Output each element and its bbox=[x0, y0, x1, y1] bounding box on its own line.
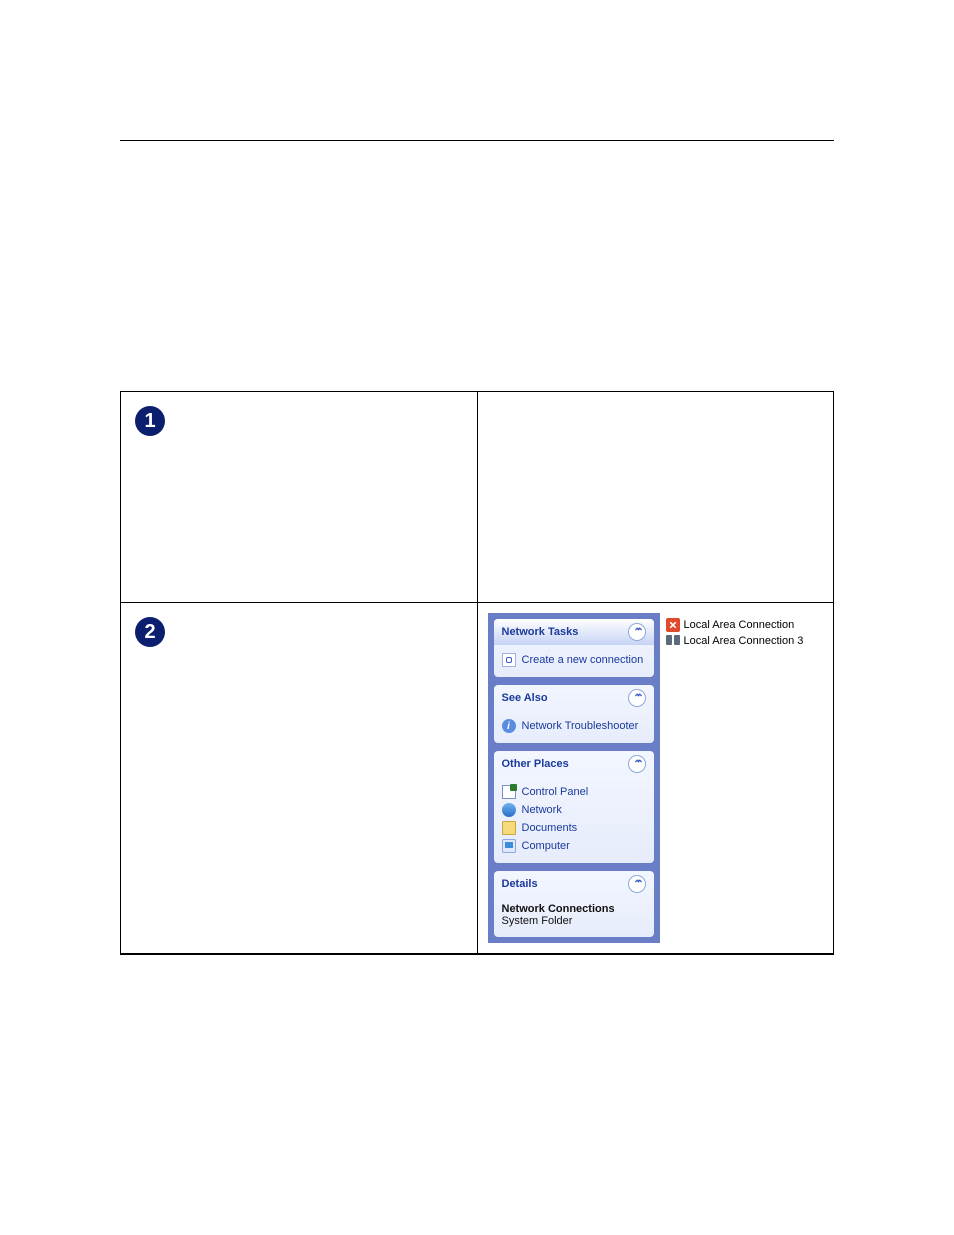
collapse-icon[interactable] bbox=[628, 875, 646, 893]
panel-body-see-also: Network Troubleshooter bbox=[494, 711, 654, 743]
link-label: Control Panel bbox=[522, 786, 589, 798]
connection-item[interactable]: Local Area Connection 3 bbox=[666, 633, 804, 649]
link-network[interactable]: Network bbox=[502, 801, 646, 819]
collapse-icon[interactable] bbox=[628, 755, 646, 773]
lan-disconnected-icon bbox=[666, 618, 680, 632]
step-badge-1-label: 1 bbox=[144, 410, 155, 433]
panel-body-network-tasks: Create a new connection bbox=[494, 645, 654, 677]
step-1-image-cell bbox=[477, 392, 834, 603]
step-badge-1: 1 bbox=[135, 406, 165, 436]
network-icon bbox=[502, 803, 516, 817]
connection-item[interactable]: Local Area Connection bbox=[666, 617, 804, 633]
connection-label: Local Area Connection 3 bbox=[684, 635, 804, 647]
panel-title: Details bbox=[502, 878, 538, 890]
link-label: Create a new connection bbox=[522, 654, 644, 666]
xp-side-panel: Network Tasks Create a new connection bbox=[488, 613, 660, 943]
panel-details: Details Network Connections System Folde… bbox=[494, 871, 654, 937]
step-badge-2: 2 bbox=[135, 617, 165, 647]
lan-icon bbox=[666, 634, 680, 648]
panel-header-network-tasks[interactable]: Network Tasks bbox=[494, 619, 654, 645]
steps-table: 1 2 Network Tasks bbox=[120, 391, 834, 954]
panel-header-other-places[interactable]: Other Places bbox=[494, 751, 654, 777]
details-title: Network Connections bbox=[502, 903, 646, 915]
link-control-panel[interactable]: Control Panel bbox=[502, 783, 646, 801]
document-page: 1 2 Network Tasks bbox=[0, 0, 954, 1055]
step-2-image-cell: Network Tasks Create a new connection bbox=[477, 603, 834, 954]
panel-header-details[interactable]: Details bbox=[494, 871, 654, 897]
panel-body-details: Network Connections System Folder bbox=[494, 897, 654, 937]
panel-header-see-also[interactable]: See Also bbox=[494, 685, 654, 711]
spacer bbox=[120, 141, 834, 391]
collapse-icon[interactable] bbox=[628, 689, 646, 707]
new-connection-icon bbox=[502, 653, 516, 667]
info-icon bbox=[502, 719, 516, 733]
link-label: Computer bbox=[522, 840, 570, 852]
step-1-cell: 1 bbox=[121, 392, 478, 603]
panel-title: Other Places bbox=[502, 758, 569, 770]
panel-title: See Also bbox=[502, 692, 548, 704]
panel-body-other-places: Control Panel Network Documents bbox=[494, 777, 654, 863]
collapse-icon[interactable] bbox=[628, 623, 646, 641]
panel-network-tasks: Network Tasks Create a new connection bbox=[494, 619, 654, 677]
details-subtitle: System Folder bbox=[502, 915, 646, 927]
link-label: Network bbox=[522, 804, 562, 816]
link-network-troubleshooter[interactable]: Network Troubleshooter bbox=[502, 717, 646, 735]
connections-list: Local Area Connection Local Area Connect… bbox=[660, 613, 810, 943]
connection-label: Local Area Connection bbox=[684, 619, 795, 631]
step-2-cell: 2 bbox=[121, 603, 478, 954]
computer-icon bbox=[502, 839, 516, 853]
panel-other-places: Other Places Control Panel N bbox=[494, 751, 654, 863]
network-connections-screenshot: Network Tasks Create a new connection bbox=[488, 613, 824, 943]
panel-title: Network Tasks bbox=[502, 626, 579, 638]
link-label: Documents bbox=[522, 822, 578, 834]
footer-rule bbox=[120, 954, 834, 955]
panel-see-also: See Also Network Troubleshooter bbox=[494, 685, 654, 743]
control-panel-icon bbox=[502, 785, 516, 799]
link-computer[interactable]: Computer bbox=[502, 837, 646, 855]
link-label: Network Troubleshooter bbox=[522, 720, 639, 732]
link-documents[interactable]: Documents bbox=[502, 819, 646, 837]
step-badge-2-label: 2 bbox=[144, 621, 155, 644]
link-create-new-connection[interactable]: Create a new connection bbox=[502, 651, 646, 669]
documents-icon bbox=[502, 821, 516, 835]
